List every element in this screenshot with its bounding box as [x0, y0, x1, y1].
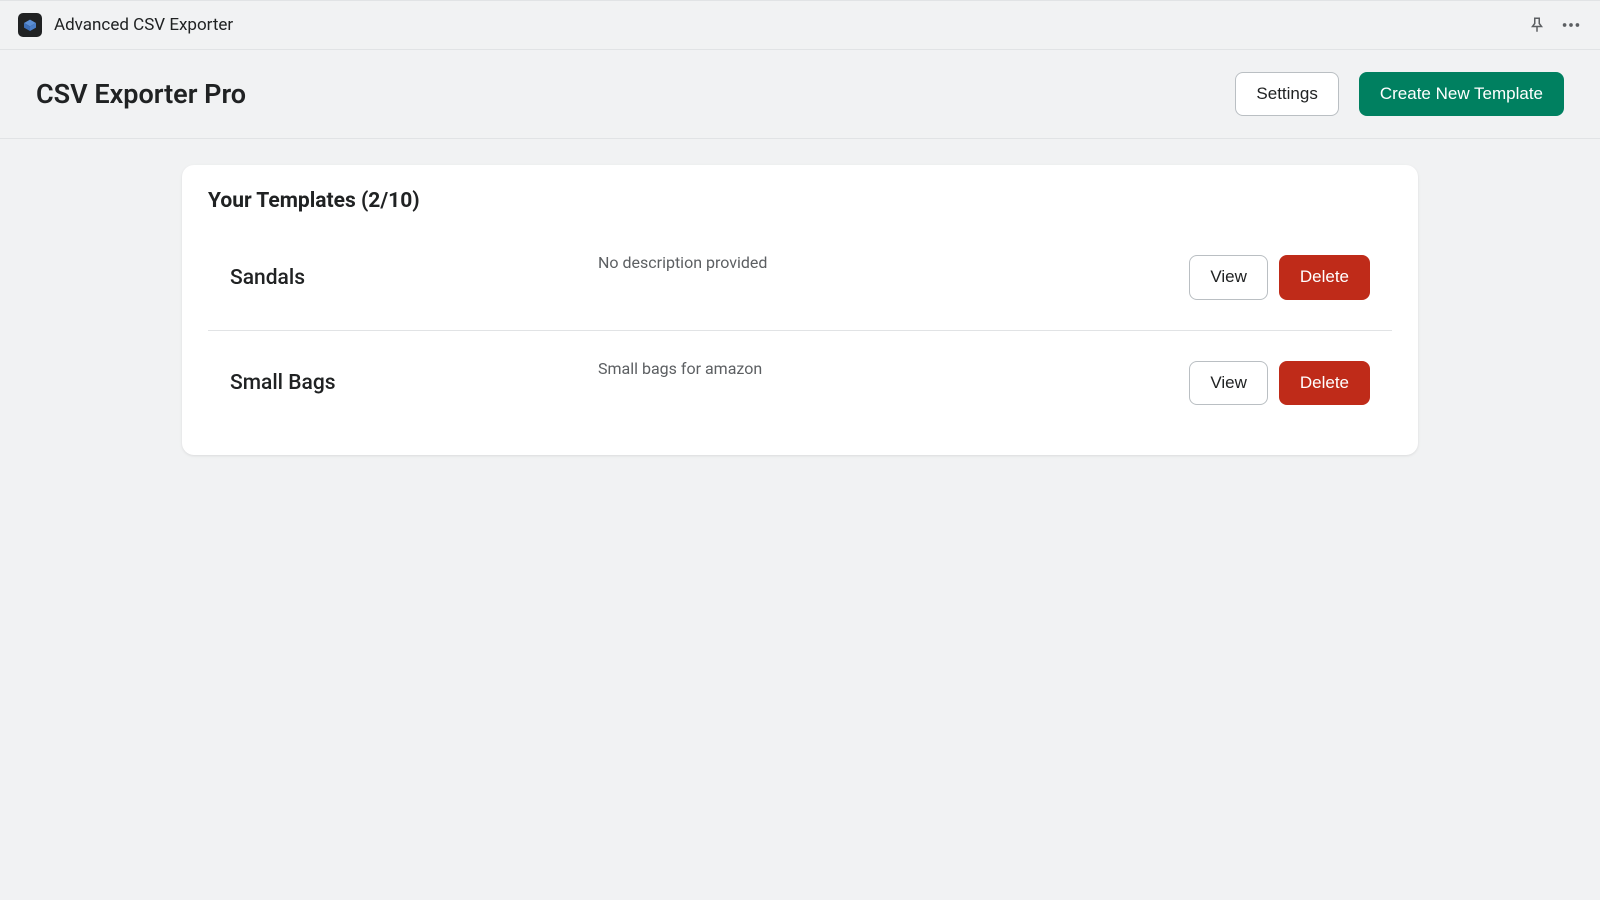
template-list: Sandals No description provided View Del… — [182, 225, 1418, 435]
more-icon[interactable] — [1560, 14, 1582, 36]
settings-button[interactable]: Settings — [1235, 72, 1338, 116]
view-button[interactable]: View — [1189, 255, 1268, 299]
template-description: Small bags for amazon — [598, 357, 1189, 378]
template-name: Small Bags — [208, 371, 598, 395]
templates-card: Your Templates (2/10) Sandals No descrip… — [182, 165, 1418, 455]
card-header: Your Templates (2/10) — [182, 165, 1418, 225]
pin-icon[interactable] — [1528, 16, 1546, 34]
header-row: CSV Exporter Pro Settings Create New Tem… — [0, 50, 1600, 139]
template-actions: View Delete — [1189, 255, 1392, 299]
card-title: Your Templates (2/10) — [208, 189, 1392, 213]
app-name: Advanced CSV Exporter — [54, 15, 233, 35]
view-button[interactable]: View — [1189, 361, 1268, 405]
template-row: Sandals No description provided View Del… — [208, 225, 1392, 330]
template-row: Small Bags Small bags for amazon View De… — [208, 331, 1392, 435]
content-wrap: Your Templates (2/10) Sandals No descrip… — [0, 139, 1600, 481]
header-actions: Settings Create New Template — [1235, 72, 1564, 116]
app-icon — [18, 13, 42, 37]
top-bar-left: Advanced CSV Exporter — [18, 13, 233, 37]
top-bar: Advanced CSV Exporter — [0, 0, 1600, 50]
top-bar-right — [1528, 14, 1582, 36]
delete-button[interactable]: Delete — [1279, 361, 1370, 405]
delete-button[interactable]: Delete — [1279, 255, 1370, 299]
template-actions: View Delete — [1189, 361, 1392, 405]
template-description: No description provided — [598, 251, 1189, 272]
box-icon — [22, 17, 38, 33]
page-title: CSV Exporter Pro — [36, 78, 246, 110]
create-template-button[interactable]: Create New Template — [1359, 72, 1564, 116]
template-name: Sandals — [208, 266, 598, 290]
